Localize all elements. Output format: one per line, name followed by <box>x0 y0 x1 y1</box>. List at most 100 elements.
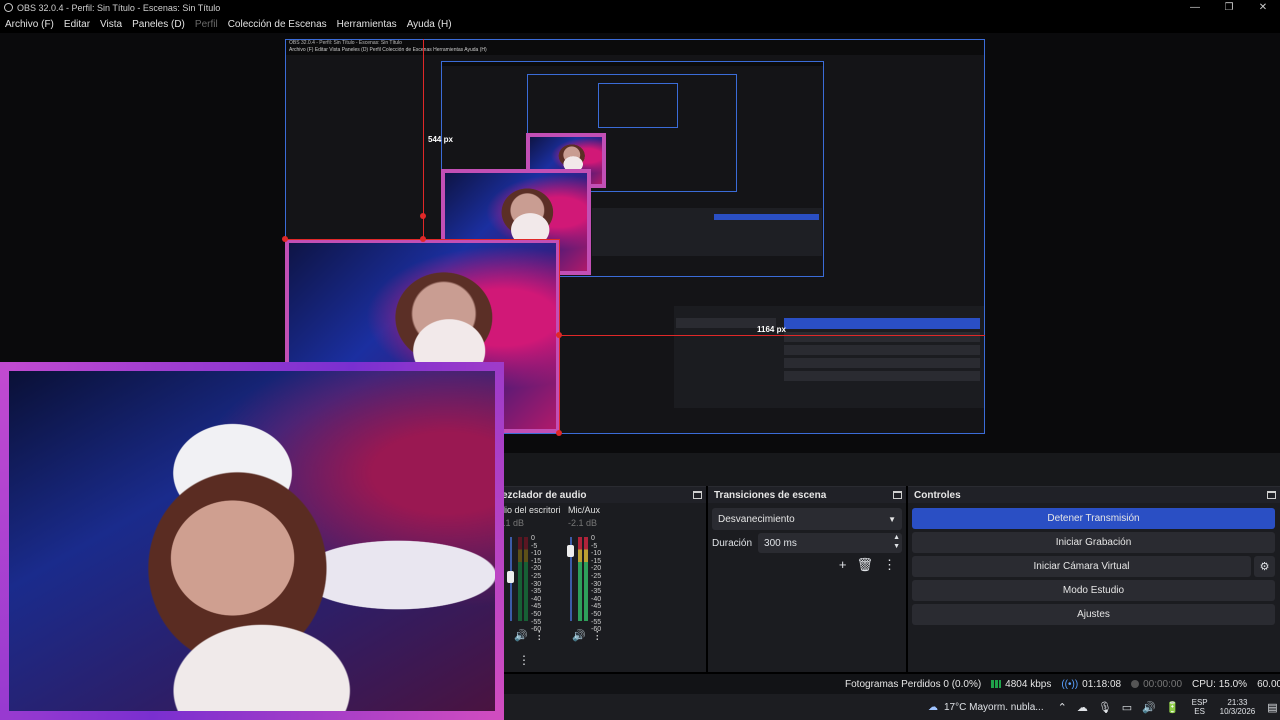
height-dimension-label: 544 px <box>428 135 453 144</box>
width-guide-line <box>560 335 985 336</box>
nested-studio-btn <box>784 358 980 368</box>
menu-archivo[interactable]: Archivo (F) <box>0 19 59 30</box>
obs-logo-icon <box>4 3 13 12</box>
chevron-down-icon: ▼ <box>888 514 896 524</box>
dock-separator <box>504 453 1280 486</box>
volume-meter-right <box>524 537 528 621</box>
nested-docks <box>674 306 984 408</box>
add-transition-button[interactable]: + <box>839 557 847 573</box>
transition-select[interactable]: Desvanecimiento ▼ <box>712 508 902 530</box>
menu-paneles[interactable]: Paneles (D) <box>127 19 190 30</box>
volume-fader-knob[interactable] <box>567 545 574 557</box>
resize-handle-bottom-right[interactable] <box>556 430 562 436</box>
cloud-icon: ☁ <box>928 701 938 713</box>
minimize-button[interactable]: — <box>1178 2 1212 13</box>
nested-title-2 <box>442 62 823 66</box>
weather-widget[interactable]: ☁ 17°C Mayorm. nubla... <box>928 702 1044 713</box>
display-icon[interactable]: ▭ <box>1122 701 1132 714</box>
volume-fader-knob[interactable] <box>507 571 514 583</box>
nested-rec-btn <box>784 332 980 342</box>
undock-icon[interactable] <box>693 491 702 499</box>
nested-stream-btn-2 <box>714 214 819 220</box>
speaker-icon[interactable]: 🔊 <box>514 629 528 642</box>
channel-desktop-audio: dio del escritorio -.1 dB 0 -5 -10 -15 -20 -2… <box>500 505 560 653</box>
controls-header: Controles <box>908 487 1280 503</box>
transitions-title: Transiciones de escena <box>714 489 827 501</box>
transitions-header: Transiciones de escena <box>708 487 906 503</box>
duration-value: 300 ms <box>764 537 797 549</box>
studio-mode-button[interactable]: Modo Estudio <box>912 580 1275 601</box>
record-icon <box>1131 680 1140 688</box>
system-tray: ⌃ ☁ 🎙 ▭ 🔊 🔋 <box>1058 701 1180 714</box>
system-taskbar: ☁ 17°C Mayorm. nubla... ⌃ ☁ 🎙 ▭ 🔊 🔋 ESP … <box>504 694 1280 720</box>
signal-bars-icon <box>991 680 1002 688</box>
clock[interactable]: 21:33 10/3/2026 <box>1220 698 1256 716</box>
width-dimension-label: 1164 px <box>757 325 786 334</box>
spinner-arrows-icon[interactable]: ▲ ▼ <box>893 533 900 551</box>
menu-herramientas[interactable]: Herramientas <box>332 19 402 30</box>
menu-editar[interactable]: Editar <box>59 19 95 30</box>
channel-volume-db: -2.1 dB <box>568 518 598 528</box>
channel-mic-aux: Mic/Aux -2.1 dB 0 -5 -10 -15 -20 -25 -30 -35 -40… <box>567 505 628 653</box>
nested-menu-bar: Archivo (F) Editar Vista Paneles (D) Per… <box>286 47 984 55</box>
undock-icon[interactable] <box>893 491 902 499</box>
menu-vista[interactable]: Vista <box>95 19 127 30</box>
nested-docks-2 <box>592 208 822 256</box>
nested-display-capture-4 <box>598 83 678 128</box>
close-button[interactable]: ✕ <box>1246 2 1280 13</box>
audio-mixer-title: ezclador de audio <box>502 489 587 501</box>
stream-icon: ((•)) <box>1061 678 1079 690</box>
audio-mixer-dock: ezclador de audio dio del escritorio -.1… <box>496 486 706 672</box>
virtual-camera-settings-button[interactable]: ⚙ <box>1254 556 1275 577</box>
volume-icon[interactable]: 🔊 <box>1142 701 1156 714</box>
language-code: ESP <box>1191 698 1208 707</box>
bitrate: 4804 kbps <box>991 679 1051 690</box>
nested-settings-btn <box>784 371 980 381</box>
notifications-icon[interactable]: ▤ <box>1267 701 1277 714</box>
volume-meter-left <box>578 537 582 621</box>
channel-menu-icon[interactable]: ⋮ <box>592 629 603 642</box>
duration-input[interactable]: 300 ms ▲ ▼ <box>758 533 902 553</box>
controls-dock: Controles Detener Transmisión Iniciar Gr… <box>908 486 1280 672</box>
stream-time-text: 01:18:08 <box>1082 678 1122 690</box>
resize-handle-top-left[interactable] <box>282 236 288 242</box>
channel-name: Mic/Aux <box>568 505 601 515</box>
settings-button[interactable]: Ajustes <box>912 604 1275 625</box>
clock-date: 10/3/2026 <box>1219 707 1256 716</box>
volume-meter-right <box>584 537 588 621</box>
onedrive-icon[interactable]: ☁ <box>1077 701 1088 714</box>
controls-title: Controles <box>914 489 961 501</box>
nested-window-title: OBS 32.0.4 - Perfil: Sin Título - Escena… <box>286 40 984 47</box>
bitrate-text: 4804 kbps <box>1005 678 1052 690</box>
maximize-button[interactable]: ❐ <box>1212 2 1246 13</box>
menu-coleccion-escenas[interactable]: Colección de Escenas <box>223 19 332 30</box>
undock-icon[interactable] <box>1267 491 1276 499</box>
status-bar: Fotogramas Perdidos 0 (0.0%) 4804 kbps (… <box>504 674 1280 694</box>
fps-counter: 60.00 / 60.00 FPS <box>1257 678 1280 690</box>
nested-stream-btn <box>784 318 980 329</box>
resize-handle-right[interactable] <box>556 332 562 338</box>
channel-menu-icon[interactable]: ⋮ <box>534 629 545 642</box>
start-recording-button[interactable]: Iniciar Grabación <box>912 532 1275 553</box>
height-guide-line <box>423 39 424 239</box>
language-indicator[interactable]: ESP ES <box>1192 698 1208 716</box>
cpu-usage: CPU: 15.0% <box>1192 678 1248 690</box>
volume-meter-left <box>518 537 522 621</box>
transition-select-value: Desvanecimiento <box>718 513 795 525</box>
stop-streaming-button[interactable]: Detener Transmisión <box>912 508 1275 529</box>
speaker-icon[interactable]: 🔊 <box>572 629 586 642</box>
remove-transition-button[interactable]: 🗑 <box>856 557 873 573</box>
menu-ayuda[interactable]: Ayuda (H) <box>402 19 457 30</box>
window-title: OBS 32.0.4 - Perfil: Sin Título - Escena… <box>17 2 221 13</box>
start-virtual-camera-button[interactable]: Iniciar Cámara Virtual <box>912 556 1251 577</box>
menu-perfil: Perfil <box>194 18 218 30</box>
mixer-menu-icon[interactable]: ⋮ <box>518 653 530 667</box>
microphone-icon[interactable]: 🎙 <box>1098 701 1112 714</box>
transition-menu-button[interactable]: ⋮ <box>883 557 896 573</box>
menu-bar: Archivo (F) Editar Vista Paneles (D) Per… <box>0 15 1280 33</box>
resize-handle-top[interactable] <box>420 213 426 219</box>
tray-chevron-icon[interactable]: ⌃ <box>1058 701 1067 714</box>
resize-handle-top-center[interactable] <box>420 236 426 242</box>
battery-icon[interactable]: 🔋 <box>1166 701 1180 714</box>
meter-scale: 0 -5 -10 -15 -20 -25 -30 -35 -40 -45 -50 -55 -60 <box>591 535 602 634</box>
